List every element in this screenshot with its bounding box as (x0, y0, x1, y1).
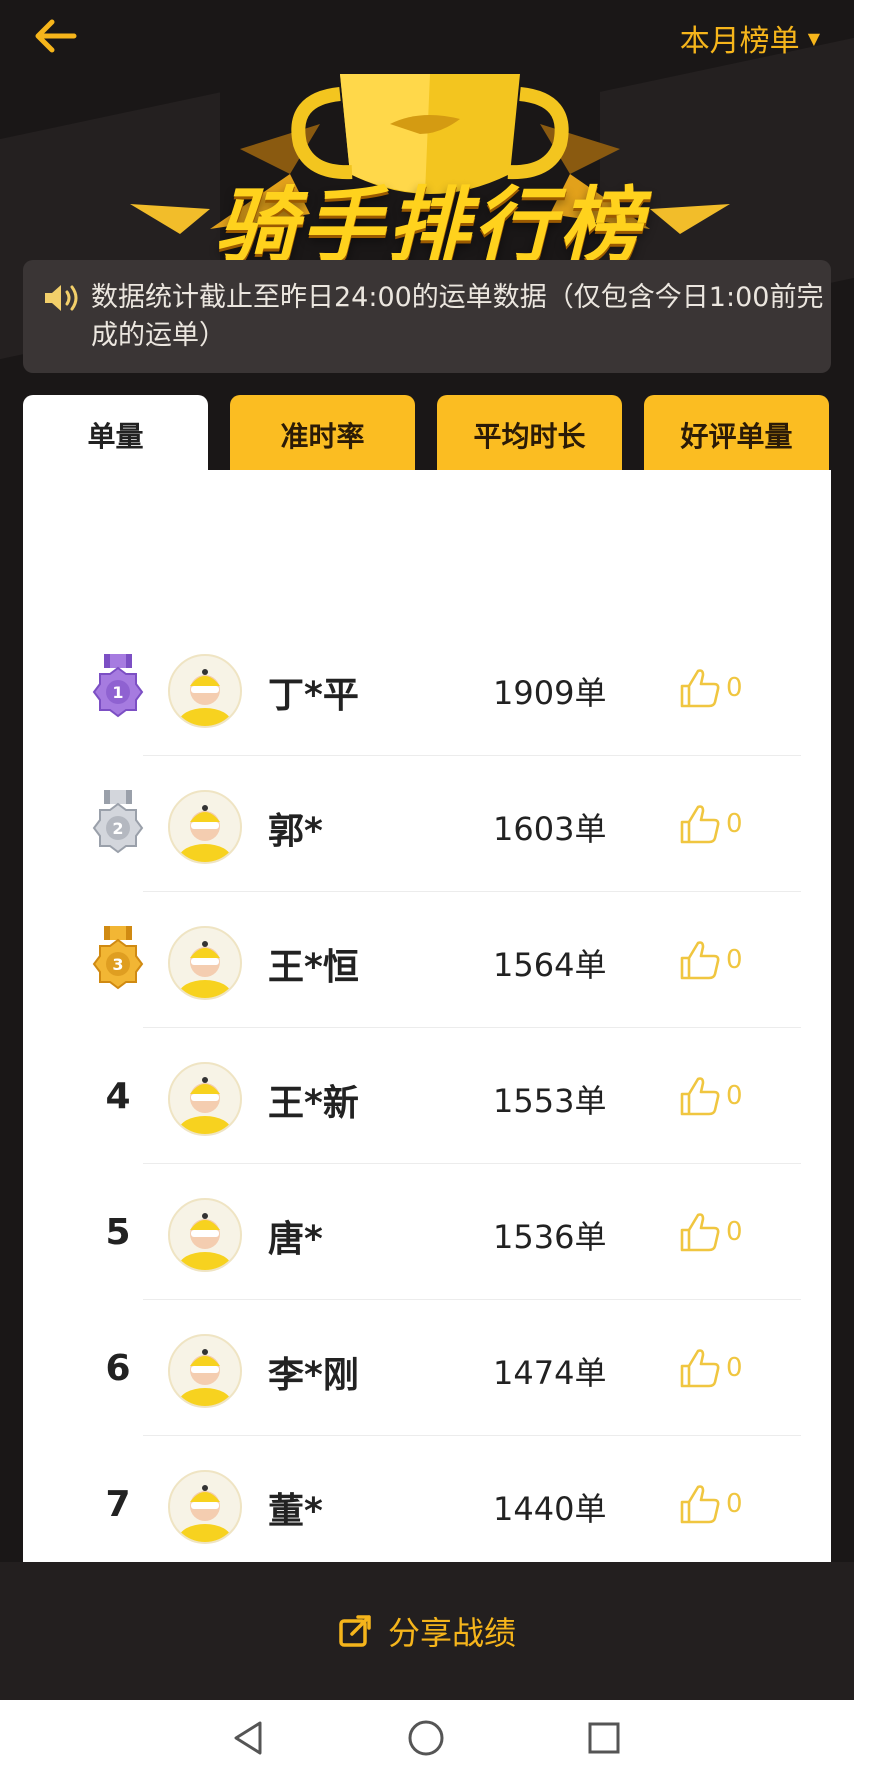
ranking-row: 6 李*刚 1474单 0 (23, 1300, 831, 1436)
ranking-list: 1 丁*平 1909单 0 2 郭* 1603单 0 3 王*恒 1564单 0… (23, 470, 831, 1700)
avatar[interactable] (168, 1198, 242, 1272)
like-button[interactable]: 0 (678, 1474, 758, 1534)
rider-name: 王*恒 (268, 947, 359, 988)
ranking-row: 7 董* 1440单 0 (23, 1436, 831, 1572)
ranking-row: 1 丁*平 1909单 0 (23, 620, 831, 756)
share-icon (339, 1615, 371, 1647)
rank-medal-icon: 1 (78, 648, 158, 728)
ranking-row: 5 唐* 1536单 0 (23, 1164, 831, 1300)
nav-recents-button[interactable] (574, 1712, 634, 1764)
rank-number: 6 (105, 1347, 131, 1389)
like-count: 0 (726, 1353, 743, 1383)
ranking-row: 2 郭* 1603单 0 (23, 756, 831, 892)
like-count: 0 (726, 1081, 743, 1111)
rank-number: 5 (105, 1211, 131, 1253)
hero-banner: 骑手排行榜 (90, 54, 770, 274)
avatar[interactable] (168, 1334, 242, 1408)
nav-back-button[interactable] (218, 1712, 278, 1764)
thumbs-up-icon (680, 1077, 720, 1116)
like-count: 0 (726, 945, 743, 975)
medal-rank-number: 2 (112, 819, 123, 838)
like-button[interactable]: 0 (678, 1202, 758, 1262)
like-button[interactable]: 0 (678, 930, 758, 990)
rider-name: 丁*平 (268, 675, 359, 716)
like-button[interactable]: 0 (678, 1066, 758, 1126)
nav-recents-icon (588, 1722, 620, 1754)
like-button[interactable]: 0 (678, 658, 758, 718)
like-button[interactable]: 0 (678, 794, 758, 854)
thumbs-up-icon (680, 805, 720, 844)
system-navigation-bar (0, 1700, 884, 1776)
avatar[interactable] (168, 1470, 242, 1544)
rider-name: 王*新 (268, 1083, 359, 1124)
speaker-icon (43, 282, 81, 314)
like-button[interactable]: 0 (678, 1338, 758, 1398)
notice-text: 数据统计截止至昨日24:00的运单数据（仅包含今日1:00前完成的运单） (91, 282, 824, 351)
thumbs-up-icon (680, 1213, 720, 1252)
nav-home-button[interactable] (396, 1712, 456, 1764)
rank-number: 4 (105, 1075, 131, 1117)
like-count: 0 (726, 673, 743, 703)
screen-edge (854, 0, 884, 1700)
rider-name: 李*刚 (268, 1355, 359, 1396)
nav-back-icon (234, 1721, 262, 1755)
tab-positive-review-orders[interactable]: 好评单量 (644, 395, 829, 475)
rank-number: 7 (105, 1483, 131, 1525)
ranking-row: 4 王*新 1553单 0 (23, 1028, 831, 1164)
thumbs-up-icon (680, 1485, 720, 1524)
share-button[interactable]: 分享战绩 (0, 1562, 854, 1700)
app-screen: 本月榜单 ▼ 骑手排行榜 数据统计截止至昨日24:00的运单数据（仅包含今日1:… (0, 0, 854, 1700)
like-count: 0 (726, 1489, 743, 1519)
thumbs-up-icon (680, 1349, 720, 1388)
order-count: 1536单 (493, 1218, 607, 1256)
back-button[interactable] (30, 14, 86, 70)
rider-name: 郭* (268, 811, 323, 852)
thumbs-up-icon (680, 669, 720, 708)
rank-medal-icon: 3 (78, 920, 158, 1000)
tab-on-time-rate[interactable]: 准时率 (230, 395, 415, 475)
tab-average-duration[interactable]: 平均时长 (437, 395, 622, 475)
avatar[interactable] (168, 790, 242, 864)
medal-rank-number: 1 (112, 683, 123, 702)
order-count: 1603单 (493, 810, 607, 848)
like-count: 0 (726, 809, 743, 839)
share-label: 分享战绩 (387, 1614, 516, 1652)
order-count: 1553单 (493, 1082, 607, 1120)
order-count: 1564单 (493, 946, 607, 984)
order-count: 1474单 (493, 1354, 607, 1392)
tab-order-count[interactable]: 单量 (23, 395, 208, 475)
ranking-tabs: 单量 准时率 平均时长 好评单量 (23, 395, 831, 475)
rider-name: 董* (268, 1491, 323, 1532)
avatar[interactable] (168, 926, 242, 1000)
rider-name: 唐* (268, 1219, 323, 1260)
rank-medal-icon: 2 (78, 784, 158, 864)
avatar[interactable] (168, 1062, 242, 1136)
like-count: 0 (726, 1217, 743, 1247)
order-count: 1440单 (493, 1490, 607, 1528)
caret-down-icon: ▼ (807, 28, 820, 48)
arrow-left-icon (35, 19, 77, 53)
data-notice: 数据统计截止至昨日24:00的运单数据（仅包含今日1:00前完成的运单） (23, 260, 831, 373)
ranking-row: 3 王*恒 1564单 0 (23, 892, 831, 1028)
medal-rank-number: 3 (112, 955, 123, 974)
nav-home-icon (408, 1720, 444, 1756)
thumbs-up-icon (680, 941, 720, 980)
order-count: 1909单 (493, 674, 607, 712)
avatar[interactable] (168, 654, 242, 728)
